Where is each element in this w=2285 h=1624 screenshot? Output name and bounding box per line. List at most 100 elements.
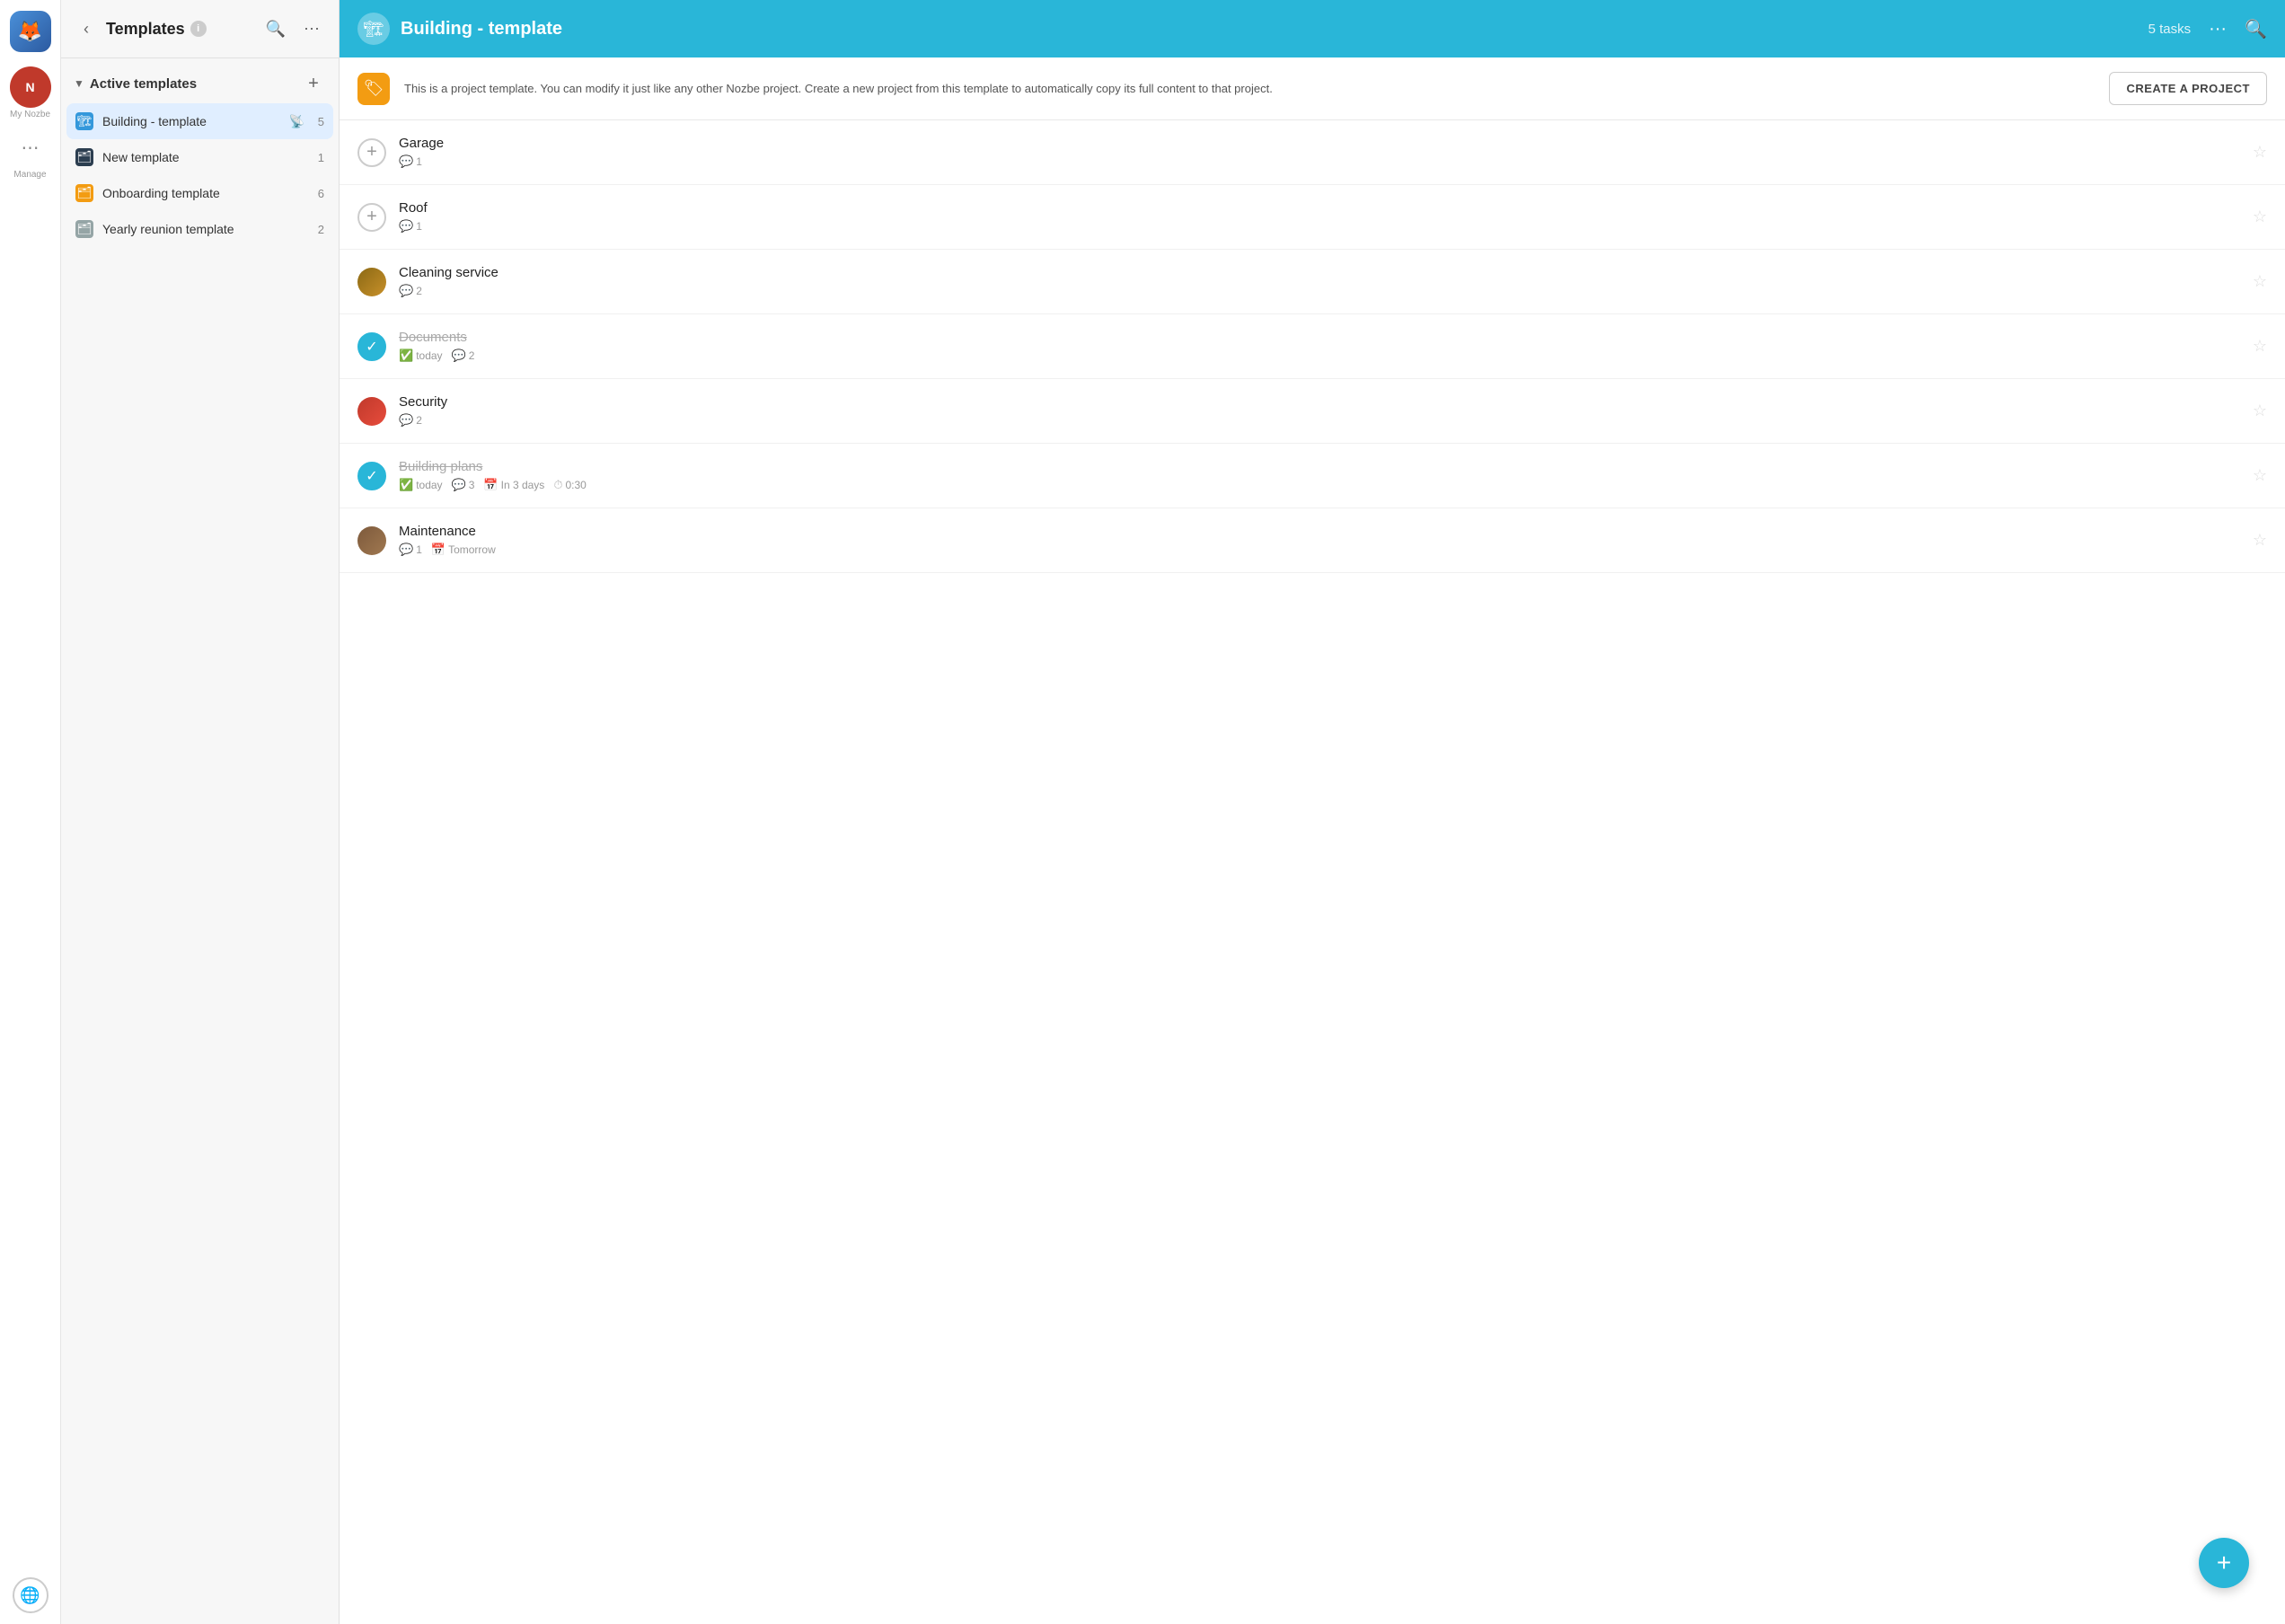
icon-bar: 🦊 N My Nozbe ⋯ Manage 🌐 — [0, 0, 61, 1624]
task-name-security: Security — [399, 394, 2240, 410]
date-maintenance: Tomorrow — [448, 543, 496, 556]
task-checkbox-documents[interactable]: ✓ — [357, 332, 386, 361]
star-building-plans[interactable]: ☆ — [2253, 466, 2267, 485]
comment-count-cleaning: 2 — [416, 285, 422, 297]
item-label-building: Building - template — [102, 114, 280, 128]
task-item-cleaning: Cleaning service 💬 2 ☆ — [340, 250, 2285, 314]
section-header: ▼ Active templates + — [61, 58, 339, 103]
task-body-cleaning: Cleaning service 💬 2 — [399, 265, 2240, 298]
comment-count-security: 2 — [416, 414, 422, 427]
task-name-building-plans: Building plans — [399, 459, 2240, 474]
manage-icon[interactable]: ⋯ — [10, 127, 51, 168]
task-checkbox-building-plans[interactable]: ✓ — [357, 462, 386, 490]
meta-comments-garage: 💬 1 — [399, 154, 422, 169]
comment-icon-cleaning: 💬 — [399, 284, 413, 298]
task-meta-building-plans: ✅ today 💬 3 📅 In 3 days ⏱ 0:30 — [399, 478, 2240, 492]
task-meta-roof: 💬 1 — [399, 219, 2240, 234]
task-meta-security: 💬 2 — [399, 413, 2240, 428]
check-icon-documents: ✅ — [399, 349, 413, 363]
task-name-maintenance: Maintenance — [399, 524, 2240, 539]
sidebar-item-yearly-reunion[interactable]: 🗂 Yearly reunion template 2 — [66, 211, 333, 247]
main-content: 🏗 Building - template 5 tasks ··· 🔍 🏷 Th… — [340, 0, 2285, 1624]
clock-icon-building-plans: ⏱ — [553, 478, 562, 492]
item-icon-new: 🗂 — [75, 148, 93, 166]
company-logo[interactable]: 🦊 — [10, 11, 51, 52]
calendar-icon-maintenance: 📅 — [431, 543, 446, 557]
globe-icon[interactable]: 🌐 — [13, 1577, 49, 1613]
back-button[interactable]: ‹ — [74, 16, 99, 41]
meta-today-building-plans: ✅ today — [399, 478, 443, 492]
comment-icon-maintenance: 💬 — [399, 543, 413, 557]
count-building: 5 — [310, 115, 324, 128]
topbar-tasks: 5 tasks — [2148, 22, 2192, 37]
comment-icon-garage: 💬 — [399, 154, 413, 169]
task-body-garage: Garage 💬 1 — [399, 136, 2240, 169]
star-garage[interactable]: ☆ — [2253, 143, 2267, 162]
topbar-template-icon: 🏗 — [357, 13, 390, 45]
comment-icon-documents: 💬 — [452, 349, 466, 363]
topbar-more-button[interactable]: ··· — [2201, 15, 2234, 43]
task-checkbox-garage[interactable]: + — [357, 138, 386, 167]
task-meta-maintenance: 💬 1 📅 Tomorrow — [399, 543, 2240, 557]
item-icon-building: 🏗 — [75, 112, 93, 130]
fab-add-button[interactable]: + — [2199, 1538, 2249, 1588]
star-cleaning[interactable]: ☆ — [2253, 272, 2267, 291]
info-icon[interactable]: i — [190, 21, 207, 37]
today-label-building-plans: today — [416, 479, 442, 491]
create-project-button[interactable]: CREATE A PROJECT — [2109, 72, 2267, 105]
meta-comments-roof: 💬 1 — [399, 219, 422, 234]
section-title: Active templates — [90, 76, 296, 92]
task-meta-garage: 💬 1 — [399, 154, 2240, 169]
sidebar-item-onboarding[interactable]: 🗂 Onboarding template 6 — [66, 175, 333, 211]
star-documents[interactable]: ☆ — [2253, 337, 2267, 356]
task-name-garage: Garage — [399, 136, 2240, 151]
item-label-onboarding: Onboarding template — [102, 186, 301, 200]
task-body-building-plans: Building plans ✅ today 💬 3 📅 In 3 days — [399, 459, 2240, 492]
sidebar-item-building-template[interactable]: 🏗 Building - template 📡 5 — [66, 103, 333, 139]
topbar-title: Building - template — [401, 19, 2138, 40]
meta-time-building-plans: ⏱ 0:30 — [553, 478, 587, 492]
topbar-search-button[interactable]: 🔍 — [2245, 18, 2267, 40]
globe-icon-wrapper: 🌐 — [13, 1577, 49, 1613]
star-maintenance[interactable]: ☆ — [2253, 531, 2267, 550]
task-body-roof: Roof 💬 1 — [399, 200, 2240, 234]
task-item-documents: ✓ Documents ✅ today 💬 2 ☆ — [340, 314, 2285, 379]
task-item-maintenance: Maintenance 💬 1 📅 Tomorrow ☆ — [340, 508, 2285, 573]
my-nozbe-avatar[interactable]: N — [10, 66, 51, 108]
task-avatar-security — [357, 397, 386, 426]
calendar-icon-building-plans: 📅 — [483, 478, 498, 492]
more-button[interactable]: ⋯ — [297, 14, 326, 43]
sidebar-item-new-template[interactable]: 🗂 New template 1 — [66, 139, 333, 175]
task-checkbox-roof[interactable]: + — [357, 203, 386, 232]
comment-count-maintenance: 1 — [416, 543, 422, 556]
add-template-button[interactable]: + — [301, 71, 326, 96]
sidebar-actions: 🔍 ⋯ — [261, 14, 326, 43]
comment-count-garage: 1 — [416, 155, 422, 168]
star-roof[interactable]: ☆ — [2253, 207, 2267, 226]
date-building-plans: In 3 days — [501, 479, 545, 491]
item-icon-onboarding: 🗂 — [75, 184, 93, 202]
comment-icon-security: 💬 — [399, 413, 413, 428]
task-item-roof: + Roof 💬 1 ☆ — [340, 185, 2285, 250]
meta-comments-security: 💬 2 — [399, 413, 422, 428]
count-onboarding: 6 — [310, 187, 324, 200]
count-yearly: 2 — [310, 223, 324, 236]
my-nozbe-group: N My Nozbe — [10, 66, 51, 119]
item-label-new: New template — [102, 150, 301, 164]
task-avatar-cleaning — [357, 268, 386, 296]
manage-group: ⋯ Manage — [10, 127, 51, 180]
task-item-security: Security 💬 2 ☆ — [340, 379, 2285, 444]
today-label-documents: today — [416, 349, 442, 362]
info-bar-text: This is a project template. You can modi… — [404, 80, 2095, 98]
section-chevron: ▼ — [74, 77, 84, 90]
item-label-yearly: Yearly reunion template — [102, 222, 301, 236]
task-name-cleaning: Cleaning service — [399, 265, 2240, 280]
search-button[interactable]: 🔍 — [261, 14, 290, 43]
count-new: 1 — [310, 151, 324, 164]
info-bar-icon: 🏷 — [357, 73, 390, 105]
sidebar: ‹ Templates i 🔍 ⋯ ▼ Active templates + 🏗… — [61, 0, 340, 1624]
task-name-roof: Roof — [399, 200, 2240, 216]
topbar: 🏗 Building - template 5 tasks ··· 🔍 — [340, 0, 2285, 57]
star-security[interactable]: ☆ — [2253, 402, 2267, 420]
sidebar-header: ‹ Templates i 🔍 ⋯ — [61, 0, 339, 58]
